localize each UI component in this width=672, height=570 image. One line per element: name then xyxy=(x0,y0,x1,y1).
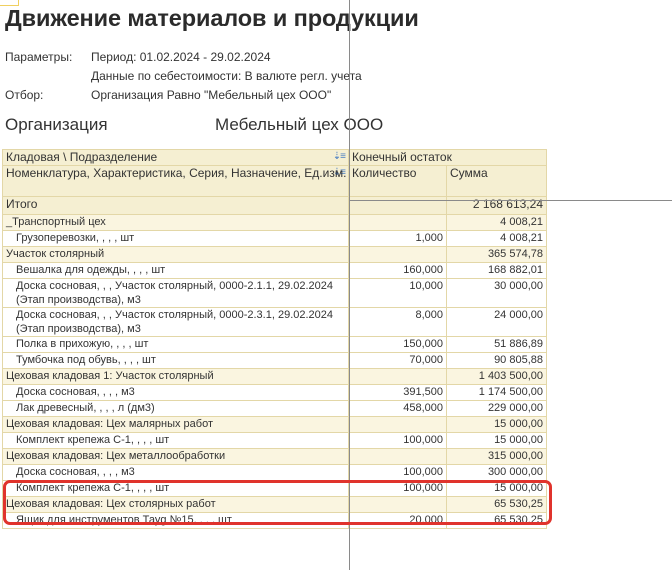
table-header-row: Кладовая \ Подразделение ⇣≡ Конечный ост… xyxy=(2,149,547,166)
row-name: Доска сосновая, , , , м3 xyxy=(2,464,349,481)
param-label: Отбор: xyxy=(5,88,44,102)
table-row[interactable]: Тумбочка под обувь, , , , шт 70,000 90 805… xyxy=(2,352,547,369)
row-name: Комплект крепежа С-1, , , , шт xyxy=(2,432,349,449)
header-sum[interactable]: Сумма xyxy=(446,165,547,197)
organization-label: Организация xyxy=(5,115,108,134)
table-row[interactable]: Полка в прихожую, , , , шт 150,000 51 886,… xyxy=(2,336,547,353)
row-sum: 30 000,00 xyxy=(446,278,547,308)
row-sum: 15 000,00 xyxy=(446,416,547,433)
report-title: Движение материалов и продукции xyxy=(5,5,419,31)
sort-icon[interactable]: ⇣≡ xyxy=(333,151,346,165)
row-name: Вешалка для одежды, , , , шт xyxy=(2,262,349,279)
table-row[interactable]: Доска сосновая, , , , м3 391,500 1 174 500… xyxy=(2,384,547,401)
row-quantity: 160,000 xyxy=(348,262,447,279)
row-name: _Транспортный цех xyxy=(2,214,349,231)
header-closing-balance[interactable]: Конечный остаток xyxy=(348,149,547,166)
row-name: Доска сосновая, , , Участок столярный, 0… xyxy=(2,307,349,337)
row-quantity: 150,000 xyxy=(348,336,447,353)
table-row[interactable]: Грузоперевозки, , , , шт 1,000 4 008,21 xyxy=(2,230,547,247)
row-quantity xyxy=(348,246,447,263)
row-quantity xyxy=(348,368,447,385)
param-value: Период: 01.02.2024 - 29.02.2024 xyxy=(91,50,271,64)
row-sum: 300 000,00 xyxy=(446,464,547,481)
cursor-horizontal-line xyxy=(349,200,672,201)
row-name: Цеховая кладовая: Цех малярных работ xyxy=(2,416,349,433)
row-sum: 90 805,88 xyxy=(446,352,547,369)
row-quantity: 70,000 xyxy=(348,352,447,369)
row-quantity xyxy=(348,416,447,433)
group-row[interactable]: Участок столярный 365 574,78 xyxy=(2,246,547,263)
group-row[interactable]: _Транспортный цех 4 008,21 xyxy=(2,214,547,231)
row-sum: 24 000,00 xyxy=(446,307,547,337)
row-sum: 51 886,89 xyxy=(446,336,547,353)
row-quantity xyxy=(348,448,447,465)
row-sum: 4 008,21 xyxy=(446,230,547,247)
header-warehouse[interactable]: Кладовая \ Подразделение ⇣≡ xyxy=(2,149,349,166)
group-row[interactable]: Цеховая кладовая: Цех металлообработки 31… xyxy=(2,448,547,465)
highlight-frame xyxy=(3,480,552,525)
param-value: Данные по себестоимости: В валюте регл. … xyxy=(91,69,362,83)
row-name: Полка в прихожую, , , , шт xyxy=(2,336,349,353)
row-quantity: 458,000 xyxy=(348,400,447,417)
row-sum: 168 882,01 xyxy=(446,262,547,279)
header-warehouse-label: Кладовая \ Подразделение xyxy=(6,150,158,165)
row-name: Грузоперевозки, , , , шт xyxy=(2,230,349,247)
header-nomenclature-label: Номенклатура, Характеристика, Серия, Наз… xyxy=(6,166,347,181)
row-sum: 365 574,78 xyxy=(446,246,547,263)
row-sum: 4 008,21 xyxy=(446,214,547,231)
row-sum: 15 000,00 xyxy=(446,432,547,449)
row-name: Цеховая кладовая 1: Участок столярный xyxy=(2,368,349,385)
organization-value: Мебельный цех ООО xyxy=(215,115,384,134)
row-name: Лак древесный, , , , л (дм3) xyxy=(2,400,349,417)
row-quantity: 100,000 xyxy=(348,432,447,449)
row-name: Цеховая кладовая: Цех металлообработки xyxy=(2,448,349,465)
table-row[interactable]: Комплект крепежа С-1, , , , шт 100,000 15 … xyxy=(2,432,547,449)
table-row[interactable]: Доска сосновая, , , , м3 100,000 300 000,0… xyxy=(2,464,547,481)
report-table: Кладовая \ Подразделение ⇣≡ Конечный ост… xyxy=(2,149,547,529)
group-row[interactable]: Цеховая кладовая: Цех малярных работ 15 0… xyxy=(2,416,547,433)
row-quantity xyxy=(348,214,447,231)
row-name: Доска сосновая, , , , м3 xyxy=(2,384,349,401)
row-quantity: 100,000 xyxy=(348,464,447,481)
row-quantity: 391,500 xyxy=(348,384,447,401)
total-label: Итого xyxy=(2,196,349,215)
row-sum: 315 000,00 xyxy=(446,448,547,465)
row-quantity: 1,000 xyxy=(348,230,447,247)
table-row[interactable]: Вешалка для одежды, , , , шт 160,000 168 8… xyxy=(2,262,547,279)
row-sum: 1 403 500,00 xyxy=(446,368,547,385)
param-label: Параметры: xyxy=(5,50,73,64)
table-subheader-row: ⇣≡ Номенклатура, Характеристика, Серия, … xyxy=(2,165,547,197)
group-row[interactable]: Цеховая кладовая 1: Участок столярный 1 4… xyxy=(2,368,547,385)
row-name: Участок столярный xyxy=(2,246,349,263)
row-quantity: 10,000 xyxy=(348,278,447,308)
row-name: Доска сосновая, , , Участок столярный, 0… xyxy=(2,278,349,308)
param-value: Организация Равно "Мебельный цех ООО" xyxy=(91,88,332,102)
row-sum: 1 174 500,00 xyxy=(446,384,547,401)
table-row[interactable]: Лак древесный, , , , л (дм3) 458,000 229 0… xyxy=(2,400,547,417)
row-name: Тумбочка под обувь, , , , шт xyxy=(2,352,349,369)
header-quantity[interactable]: Количество xyxy=(348,165,447,197)
row-quantity: 8,000 xyxy=(348,307,447,337)
header-nomenclature[interactable]: ⇣≡ Номенклатура, Характеристика, Серия, … xyxy=(2,165,349,197)
table-row[interactable]: Доска сосновая, , , Участок столярный, 0… xyxy=(2,307,547,337)
row-sum: 229 000,00 xyxy=(446,400,547,417)
table-row[interactable]: Доска сосновая, , , Участок столярный, 0… xyxy=(2,278,547,308)
